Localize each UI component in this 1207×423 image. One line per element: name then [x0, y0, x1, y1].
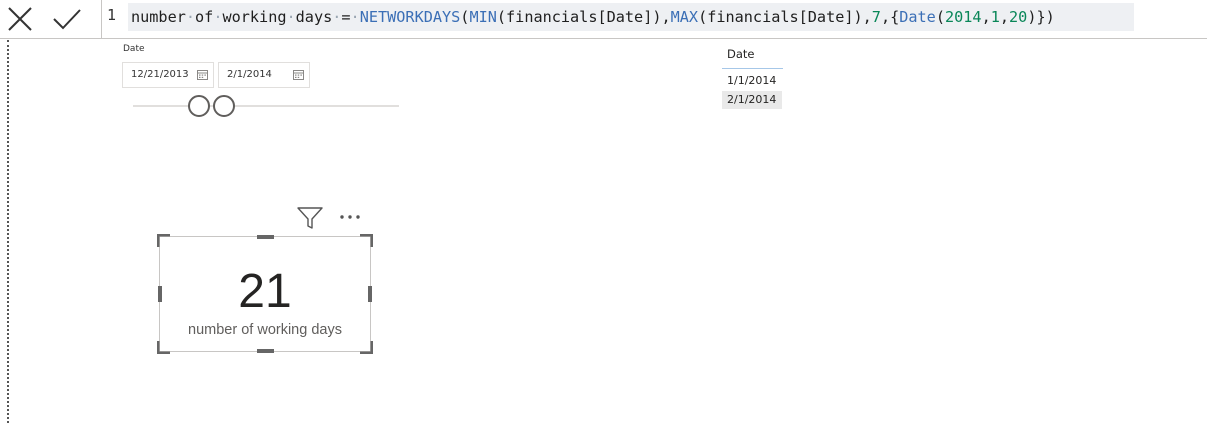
canvas-edge: [7, 40, 9, 423]
dax-token-num: 7: [871, 8, 881, 26]
list-slicer-header: Date: [727, 47, 755, 61]
calendar-icon[interactable]: [197, 69, 208, 80]
start-date-input[interactable]: 12/21/2013: [122, 62, 214, 88]
card-visual[interactable]: 21 number of working days: [157, 234, 373, 354]
date-range-slider-track[interactable]: [133, 105, 399, 107]
dax-token-fn: Date: [899, 8, 936, 26]
formula-bar-divider: [101, 0, 102, 38]
dax-token-punc: )}): [1027, 8, 1055, 26]
end-date-value: 2/1/2014: [227, 69, 272, 80]
start-date-value: 12/21/2013: [131, 69, 189, 80]
resize-handle-top[interactable]: [257, 235, 274, 239]
dax-token-fn: MAX: [670, 8, 699, 26]
dax-token-measure: of: [195, 8, 214, 26]
resize-handle-bottom[interactable]: [257, 349, 274, 353]
dax-token-fn: MIN: [469, 8, 497, 26]
card-label: number of working days: [188, 322, 342, 338]
dax-token-punc: ,: [981, 8, 991, 26]
dax-token-ref: (financials[Date]),: [698, 8, 872, 26]
dax-token-measure: days: [295, 8, 333, 26]
checkmark-icon[interactable]: [50, 3, 84, 35]
dax-token-num: 20: [1009, 8, 1028, 26]
dax-token-num: 2014: [944, 8, 982, 26]
resize-handle-left[interactable]: [158, 286, 162, 302]
dax-token-num: 1: [990, 8, 1000, 26]
dax-token-punc: ,: [999, 8, 1010, 26]
card-value: 21: [238, 265, 292, 318]
more-options-icon[interactable]: [338, 209, 364, 229]
dax-token-punc: ,{: [880, 8, 900, 26]
dax-token-ref: (financials[Date]),: [496, 8, 671, 26]
list-item-selected[interactable]: 2/1/2014: [722, 91, 782, 109]
dax-token-punc: (: [935, 8, 945, 26]
list-item[interactable]: 1/1/2014: [722, 72, 782, 90]
slider-start-handle[interactable]: [188, 95, 210, 117]
visual-header: [296, 205, 366, 230]
resize-handle-right[interactable]: [368, 286, 372, 302]
close-icon[interactable]: [2, 3, 36, 35]
dax-token-measure: number: [131, 8, 186, 26]
resize-handle-bottom-right[interactable]: [359, 340, 373, 354]
filter-icon[interactable]: [296, 205, 324, 231]
formula-bar: 1 number·of·working·days·=·NETWORKDAYS(M…: [0, 0, 1207, 39]
slider-end-handle[interactable]: [213, 95, 235, 117]
list-slicer-divider: [722, 68, 783, 69]
end-date-input[interactable]: 2/1/2014: [218, 62, 310, 88]
calendar-icon[interactable]: [293, 69, 304, 80]
date-slicer-title: Date: [123, 44, 145, 54]
dax-token-dot: ·: [185, 8, 196, 26]
dax-token-fn: NETWORKDAYS: [359, 8, 461, 26]
dax-token-dot: ·: [286, 8, 296, 26]
dax-formula-editor[interactable]: number·of·working·days·=·NETWORKDAYS(MIN…: [128, 3, 1134, 31]
resize-handle-top-left[interactable]: [157, 234, 171, 248]
dax-token-dot: ·: [350, 8, 360, 26]
dax-token-eq: =: [341, 8, 351, 26]
resize-handle-bottom-left[interactable]: [157, 340, 171, 354]
line-number: 1: [107, 6, 117, 24]
resize-handle-top-right[interactable]: [359, 234, 373, 248]
dax-token-measure: working: [222, 8, 287, 26]
